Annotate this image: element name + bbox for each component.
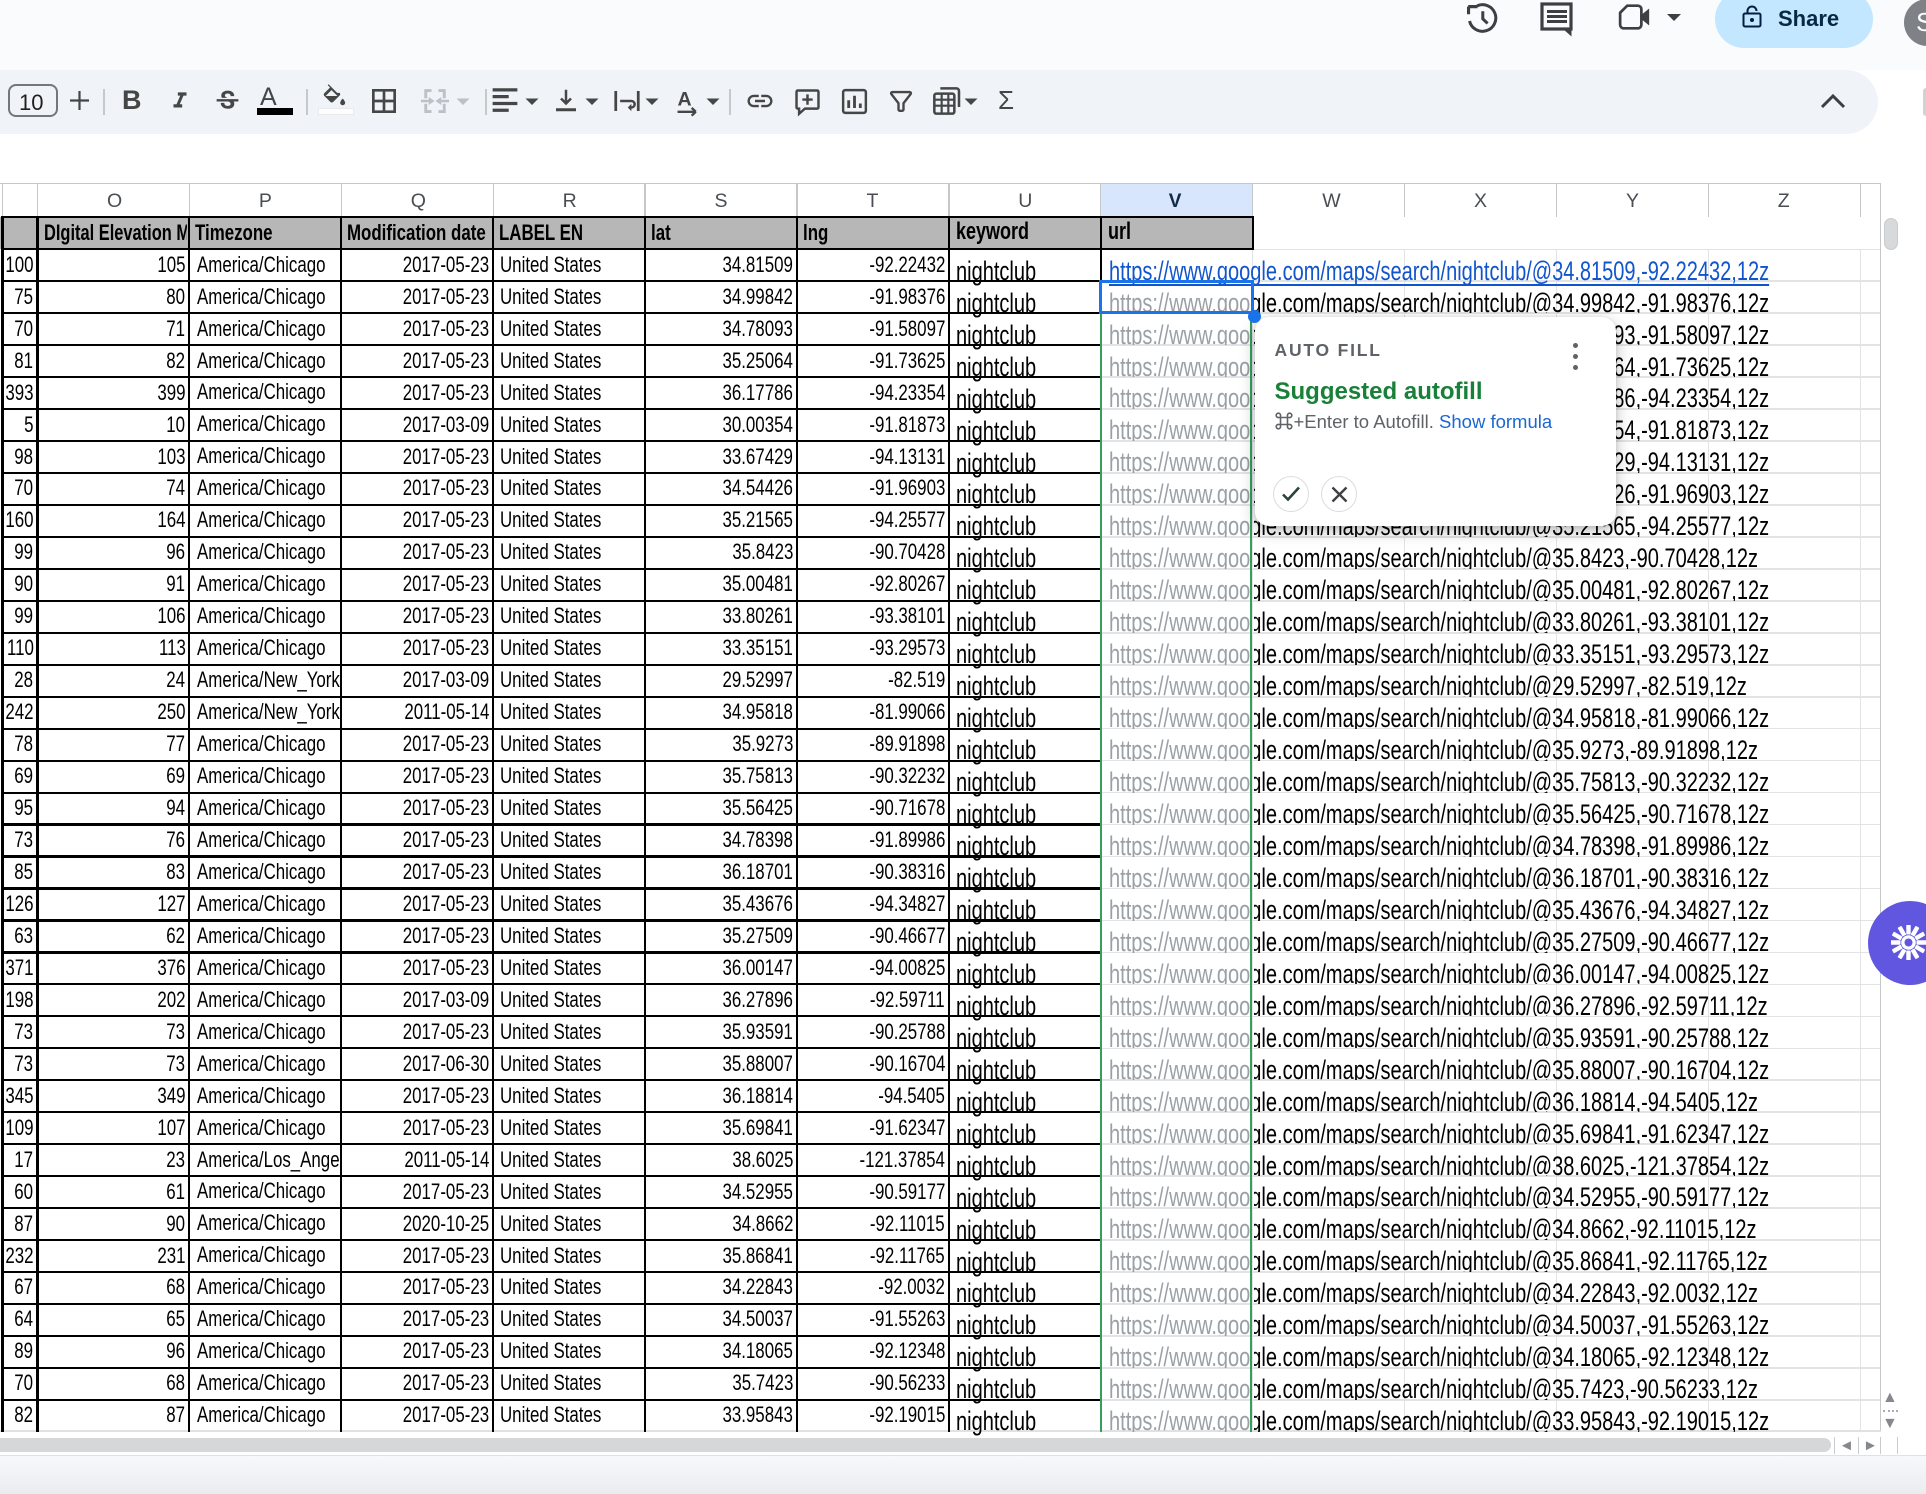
svg-text:A: A [678,88,692,110]
